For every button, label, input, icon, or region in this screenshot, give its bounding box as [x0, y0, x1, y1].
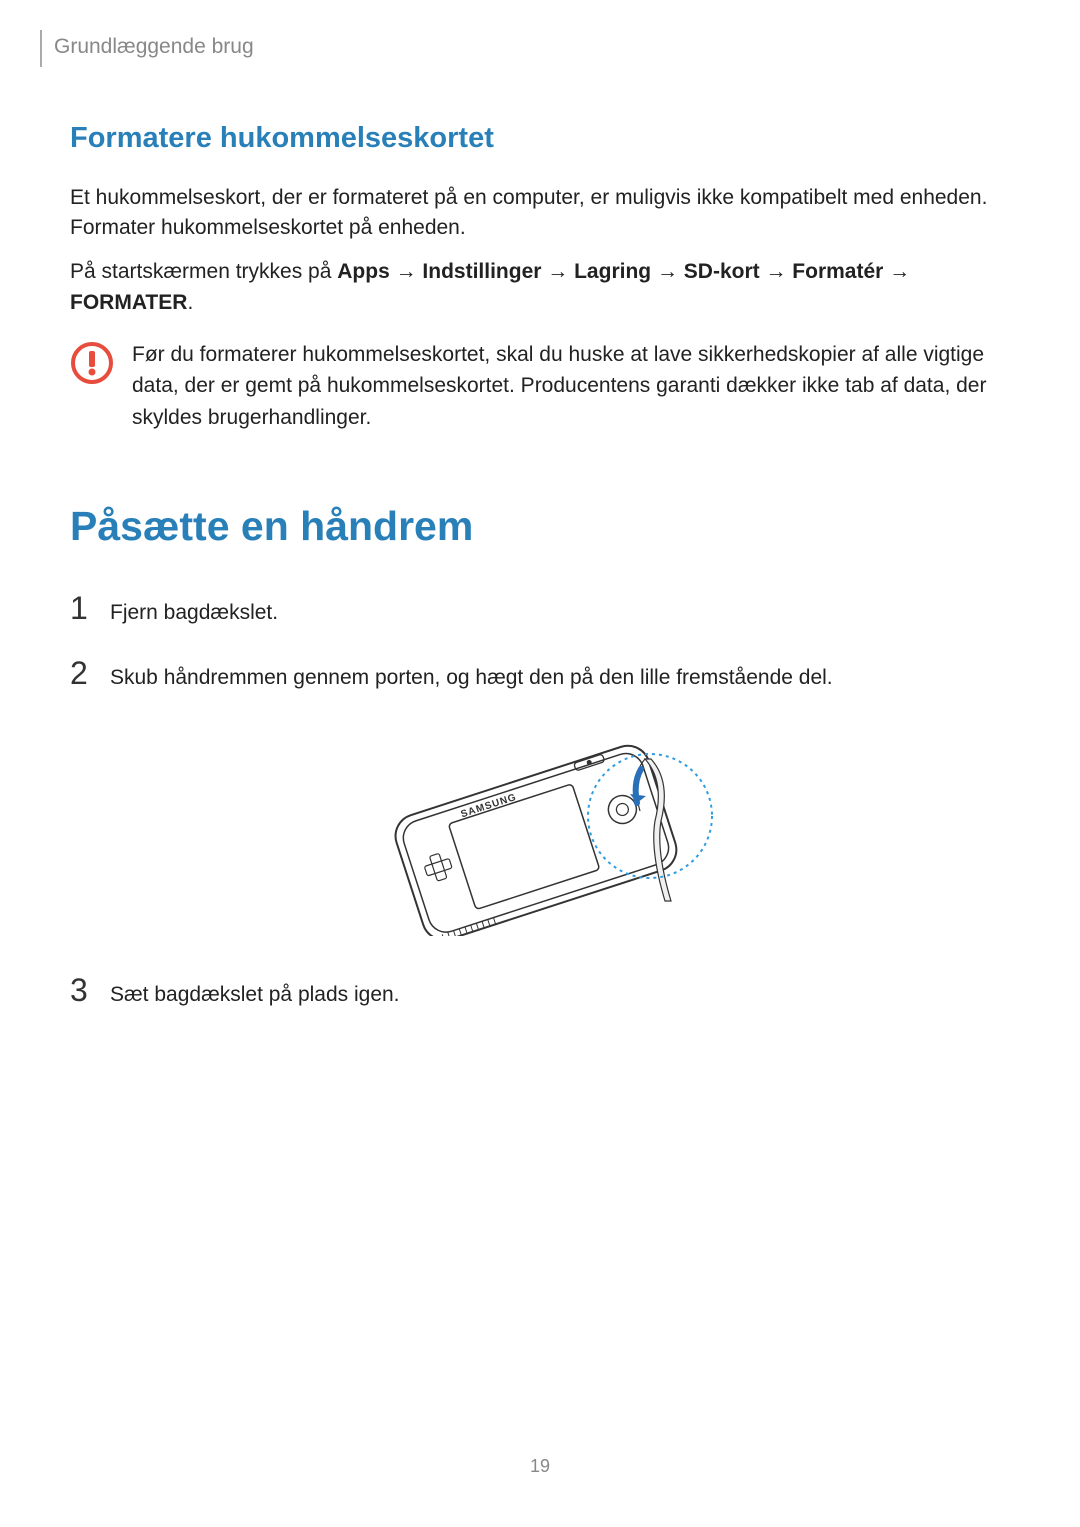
warning-text: Før du formaterer hukommelseskortet, ska… — [132, 339, 1010, 434]
step-number-2: 2 — [70, 657, 92, 689]
step-row: 2 Skub håndremmen gennem porten, og hægt… — [70, 657, 1010, 694]
section-heading-format: Formatere hukommelseskortet — [70, 122, 1010, 155]
warning-icon — [70, 341, 114, 385]
device-handstrap-illustration: SAMSUNG — [345, 721, 735, 936]
warning-block: Før du formaterer hukommelseskortet, ska… — [70, 339, 1010, 434]
step-text-2: Skub håndremmen gennem porten, og hægt d… — [110, 659, 833, 694]
page-header: Grundlæggende brug — [40, 30, 1010, 67]
step-number-1: 1 — [70, 592, 92, 624]
page-number: 19 — [0, 1456, 1080, 1477]
breadcrumb: Grundlæggende brug — [54, 35, 1010, 59]
step-row: 3 Sæt bagdækslet på plads igen. — [70, 974, 1010, 1011]
step-row: 1 Fjern bagdækslet. — [70, 592, 1010, 629]
main-heading-handstrap: Påsætte en håndrem — [70, 503, 1010, 550]
step-number-3: 3 — [70, 974, 92, 1006]
step-text-3: Sæt bagdækslet på plads igen. — [110, 976, 400, 1011]
illustration-container: SAMSUNG — [70, 721, 1010, 936]
format-instruction-text: På startskærmen trykkes på Apps → Indsti… — [70, 256, 1010, 319]
format-intro-text: Et hukommelseskort, der er formateret på… — [70, 183, 1010, 244]
step-text-1: Fjern bagdækslet. — [110, 594, 278, 629]
